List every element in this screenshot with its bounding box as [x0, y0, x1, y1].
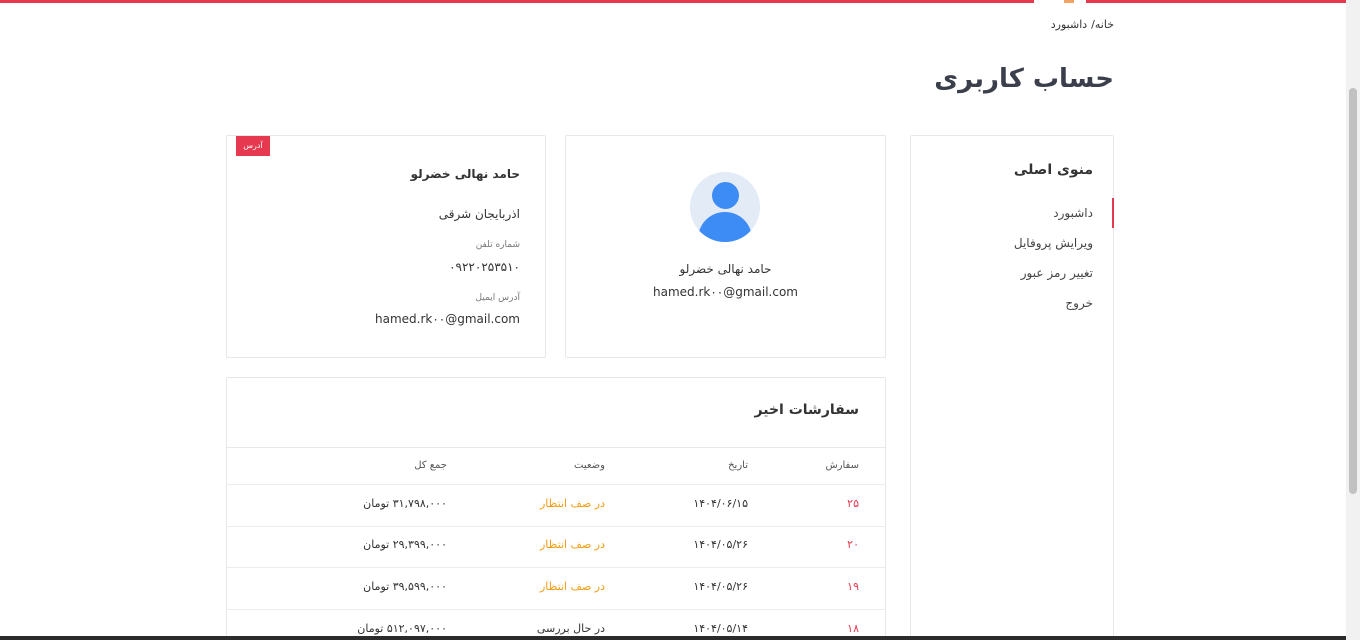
address-name: حامد نهالی خضرلو — [410, 167, 520, 181]
recent-orders-card: سفارشات اخیر سفارش تاریخ وضعیت جمع کل ۲۵… — [226, 377, 886, 640]
row-divider — [227, 526, 885, 527]
sidebar-item-logout[interactable]: خروج — [1065, 296, 1093, 310]
breadcrumb: خانه/ داشبورد — [1051, 18, 1114, 31]
email-label: آدرس ایمیل — [475, 293, 520, 303]
avatar-body — [698, 212, 752, 242]
header-logo-notch — [1034, 0, 1086, 3]
column-header-status: وضعیت — [574, 460, 605, 471]
order-total: ۳۹,۵۹۹,۰۰۰ تومان — [363, 580, 447, 593]
profile-name: حامد نهالی خضرلو — [679, 262, 772, 276]
order-total: ۳۱,۷۹۸,۰۰۰ تومان — [363, 497, 447, 510]
address-card: آدرس حامد نهالی خضرلو اذربایجان شرقی شما… — [226, 135, 546, 358]
column-header-total: جمع کل — [414, 460, 447, 471]
top-accent-bar — [0, 0, 1346, 3]
order-id[interactable]: ۱۹ — [847, 580, 859, 593]
order-total: ۲۹,۳۹۹,۰۰۰ تومان — [363, 538, 447, 551]
address-badge: آدرس — [236, 136, 270, 156]
email-value: hamed.rk۰۰@gmail.com — [374, 312, 520, 326]
row-divider — [227, 609, 885, 610]
sidebar-item-edit-profile[interactable]: ویرایش پروفایل — [1014, 236, 1093, 250]
profile-card: حامد نهالی خضرلو hamed.rk۰۰@gmail.com — [565, 135, 886, 358]
address-region: اذربایجان شرقی — [438, 207, 520, 221]
sidebar-item-dashboard[interactable]: داشبورد — [1053, 206, 1093, 220]
orders-title: سفارشات اخیر — [754, 402, 859, 418]
order-id[interactable]: ۲۰ — [847, 538, 859, 551]
avatar-head — [712, 182, 739, 209]
order-date: ۱۴۰۴/۰۵/۲۶ — [693, 580, 748, 593]
breadcrumb-home[interactable]: خانه/ — [1091, 18, 1114, 31]
order-total: ۵۱۲,۰۹۷,۰۰۰ تومان — [357, 622, 447, 635]
order-status: در صف انتظار — [539, 497, 605, 510]
phone-label: شماره تلفن — [475, 240, 520, 250]
profile-email: hamed.rk۰۰@gmail.com — [652, 285, 798, 299]
sidebar-menu: منوی اصلی داشبورد ویرایش پروفایل تغییر ر… — [910, 135, 1114, 640]
window-bottom-edge — [0, 636, 1346, 640]
row-divider — [227, 484, 885, 485]
row-divider — [227, 567, 885, 568]
menu-active-indicator — [1112, 198, 1114, 228]
phone-value: ۰۹۲۲۰۲۵۳۵۱۰ — [449, 260, 520, 274]
order-date: ۱۴۰۴/۰۶/۱۵ — [693, 497, 748, 510]
order-date: ۱۴۰۴/۰۵/۲۶ — [693, 538, 748, 551]
order-status: در صف انتظار — [539, 538, 605, 551]
breadcrumb-current: داشبورد — [1050, 18, 1088, 31]
sidebar-item-change-password[interactable]: تغییر رمز عبور — [1021, 266, 1093, 280]
order-date: ۱۴۰۴/۰۵/۱۴ — [693, 622, 748, 635]
user-avatar-icon — [690, 172, 760, 242]
column-header-date: تاریخ — [728, 460, 748, 471]
order-id[interactable]: ۱۸ — [847, 622, 859, 635]
order-status: در حال بررسی — [536, 622, 605, 635]
scrollbar-thumb[interactable] — [1349, 88, 1357, 494]
column-header-order: سفارش — [825, 460, 859, 471]
order-id[interactable]: ۲۵ — [847, 497, 859, 510]
orders-divider — [227, 447, 885, 448]
order-status: در صف انتظار — [539, 580, 605, 593]
page-title: حساب کاربری — [934, 64, 1114, 94]
menu-title: منوی اصلی — [1013, 162, 1093, 178]
